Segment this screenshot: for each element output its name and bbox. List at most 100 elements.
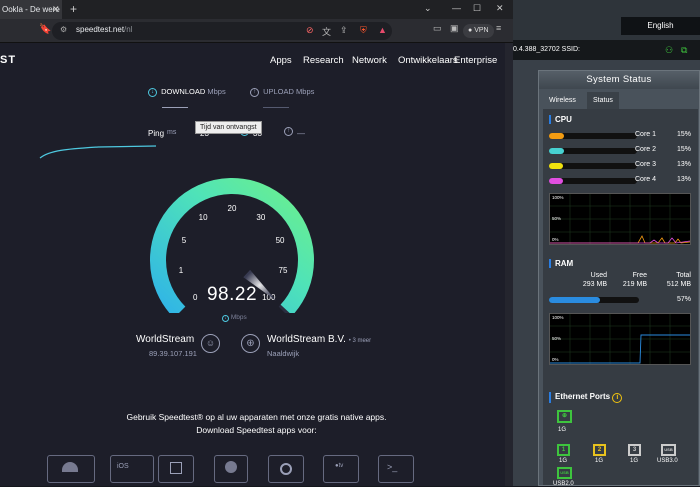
share-icon[interactable]: ⇪	[340, 25, 348, 36]
chrome-app-icon[interactable]	[268, 455, 304, 483]
wan-port-icon[interactable]: ⊕	[557, 410, 572, 423]
browser-tab[interactable]: Ookla - De were ✕	[0, 0, 62, 19]
ram-free: 219 MB	[622, 281, 647, 288]
host-location: Naaldwijk	[267, 349, 300, 358]
download-small-icon: ↓	[222, 315, 229, 322]
usb2-label: USB2.0	[553, 481, 574, 487]
nav-enterprise[interactable]: Enterprise	[454, 55, 497, 66]
android-app-icon[interactable]	[47, 455, 95, 483]
nav-research[interactable]: Research	[303, 55, 344, 66]
ram-percent: 57%	[676, 296, 691, 303]
site-header: ST Apps Research Network Ontwikkelaars E…	[0, 43, 513, 79]
speedtest-logo[interactable]: ST	[0, 54, 16, 66]
core-fill	[549, 133, 564, 139]
speed-value: 98.22	[206, 284, 258, 305]
wan-speed: 1G	[558, 427, 567, 433]
sidebar-icon[interactable]: ▭	[433, 23, 442, 34]
network-status-icon[interactable]: ⧉	[681, 40, 687, 60]
ram-bar	[549, 297, 639, 303]
browser-window: Ookla - De were ✕ + ⌄ — ☐ ✕ 🔖 ⚙ speedtes…	[0, 0, 513, 486]
ram-fill	[549, 297, 601, 303]
page-scrollbar[interactable]	[505, 43, 513, 486]
brave-shield-icon[interactable]: ⛨	[360, 25, 367, 36]
ping-unit: ms	[167, 129, 177, 136]
cli-app-icon[interactable]: >_	[378, 455, 414, 483]
host-name[interactable]: WorldStream B.V. • 3 meer	[267, 334, 371, 345]
gauge-tick-label: 75	[279, 266, 288, 275]
close-tab-icon[interactable]: ✕	[52, 0, 60, 19]
tab-status[interactable]: Status	[587, 92, 619, 109]
appletv-app-icon[interactable]: ●tv	[323, 455, 359, 483]
upload-latency-icon: ↑	[284, 127, 293, 136]
isp-name: WorldStream	[136, 334, 195, 345]
ping-label: Ping	[148, 129, 165, 138]
core-fill	[549, 148, 564, 154]
minimize-icon[interactable]: —	[452, 0, 461, 16]
gauge-tick-label: 1	[179, 266, 184, 275]
lan-port-2[interactable]: 2	[593, 444, 606, 456]
download-tab[interactable]: ↓ DOWNLOAD Mbps	[148, 87, 226, 97]
wallet-icon[interactable]: ▣	[450, 23, 459, 34]
promo-line-2: Download Speedtest apps voor:	[196, 425, 317, 435]
tab-wireless[interactable]: Wireless	[543, 92, 582, 109]
core-row: Core 3 13%	[549, 161, 691, 171]
ram-title: RAM	[549, 259, 573, 268]
close-window-icon[interactable]: ✕	[496, 0, 504, 16]
nav-developers[interactable]: Ontwikkelaars	[398, 55, 458, 66]
lan-port-1[interactable]: 1	[557, 444, 570, 456]
gauge-tick-label: 5	[182, 236, 187, 245]
shield-blocked-icon[interactable]: ⊘	[306, 25, 314, 36]
nav-apps[interactable]: Apps	[270, 55, 292, 66]
globe-icon: ⊕	[241, 334, 260, 353]
core-row: Core 2 15%	[549, 146, 691, 156]
maximize-icon[interactable]: ☐	[473, 0, 481, 16]
core-fill	[549, 163, 563, 169]
upload-underline	[263, 107, 289, 108]
tab-bar: Ookla - De were ✕ + ⌄ — ☐ ✕	[0, 0, 513, 19]
rewards-icon[interactable]: ▲	[378, 25, 387, 35]
gauge-tick-label: 50	[276, 236, 285, 245]
cpu-graph: 100% 50% 0%	[549, 193, 691, 245]
ios-app-icon[interactable]: iOS	[110, 455, 154, 483]
translate-icon[interactable]: 文	[322, 25, 331, 38]
promo-line-1: Gebruik Speedtest® op al uw apparaten me…	[126, 412, 387, 422]
nav-network[interactable]: Network	[352, 55, 387, 66]
download-arrow-icon: ↓	[148, 87, 157, 97]
user-icon: ☺	[201, 334, 220, 353]
gauge-tick-label: 30	[256, 213, 265, 222]
language-button[interactable]: English	[621, 17, 700, 35]
upload-arrow-icon: ↑	[250, 87, 259, 97]
ram-graph: 100% 50% 0%	[549, 313, 691, 365]
upload-latency-value: —	[297, 129, 305, 138]
router-header: English	[513, 0, 700, 40]
lan-port-3[interactable]: 3	[628, 444, 641, 456]
bookmark-icon[interactable]: 🔖	[39, 24, 51, 35]
ethernet-title: Ethernet Ports i	[549, 392, 623, 403]
user-status-icon[interactable]: ⚇	[665, 40, 673, 60]
usb2-port-icon[interactable]: USB	[557, 467, 572, 479]
ram-used: 293 MB	[582, 281, 607, 288]
mac-app-icon[interactable]	[214, 455, 248, 483]
system-status-panel: System Status Wireless Status CPU Core 1…	[538, 70, 700, 487]
cpu-title: CPU	[549, 115, 572, 124]
new-tab-icon[interactable]: +	[70, 0, 77, 18]
site-info-icon[interactable]: ⚙	[60, 25, 67, 34]
info-icon[interactable]: i	[612, 393, 623, 403]
core-row: Core 1 15%	[549, 131, 691, 141]
upload-tab[interactable]: ↑ UPLOAD Mbps	[250, 87, 314, 97]
isp-ip: 89.39.107.191	[149, 349, 197, 358]
usb3-port-icon[interactable]: USB	[661, 444, 676, 456]
menu-icon[interactable]: ≡	[496, 23, 501, 33]
url-field[interactable]: ⚙ speedtest.net/nl ⊘ 文 ⇪ ⛨ ▲	[52, 22, 392, 40]
core-fill	[549, 178, 563, 184]
windows-app-icon[interactable]	[158, 455, 194, 483]
tooltip: Tijd van ontvangst	[195, 121, 262, 134]
tab-search-icon[interactable]: ⌄	[424, 0, 432, 16]
status-content: CPU Core 1 15% Core 2 15% Core 3 13% Cor…	[543, 109, 698, 487]
speed-history-line	[39, 145, 157, 159]
vpn-button[interactable]: ● VPN	[463, 24, 494, 38]
gauge-tick-label: 10	[199, 213, 208, 222]
ram-total: 512 MB	[666, 281, 691, 288]
firmware-text: 0.4.388_32702 SSID:	[513, 46, 580, 53]
core-row: Core 4 13%	[549, 176, 691, 186]
